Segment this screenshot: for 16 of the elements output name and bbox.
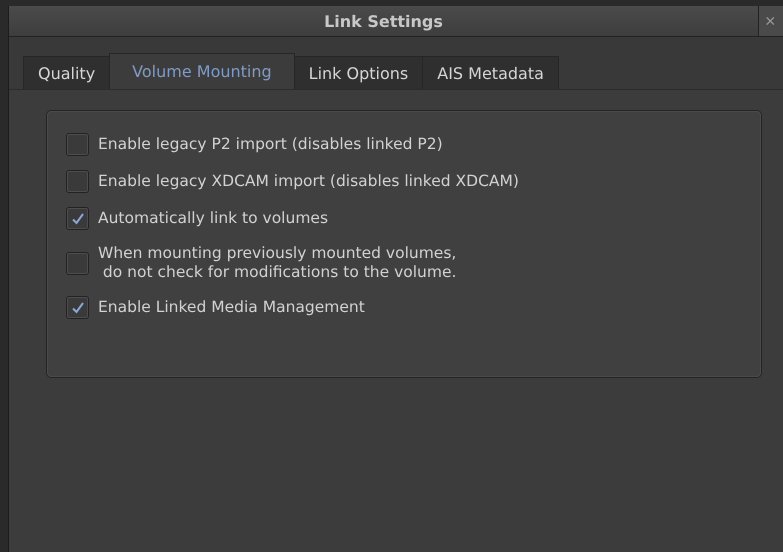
tab[interactable]: Link Options bbox=[294, 56, 424, 89]
option-label: When mounting previously mounted volumes, do not check for modifications to the volume. bbox=[98, 244, 456, 282]
option-label: Enable legacy P2 import (disables linked P2) bbox=[98, 135, 443, 154]
tab[interactable]: Quality bbox=[23, 56, 110, 89]
checkbox[interactable] bbox=[66, 296, 89, 319]
checkbox[interactable] bbox=[66, 170, 89, 193]
window-title: Link Settings bbox=[323, 10, 444, 32]
checkmark-icon bbox=[70, 300, 84, 314]
option-label: Enable legacy XDCAM import (disables linked XDCAM) bbox=[98, 172, 519, 191]
tab[interactable]: AIS Metadata bbox=[422, 56, 559, 89]
checkmark-icon bbox=[70, 212, 84, 226]
option-label: Enable Linked Media Management bbox=[98, 298, 365, 317]
checkbox[interactable] bbox=[66, 252, 89, 274]
option-label: Automatically link to volumes bbox=[98, 209, 328, 228]
checkbox[interactable] bbox=[66, 207, 89, 230]
checkbox[interactable] bbox=[66, 133, 89, 156]
